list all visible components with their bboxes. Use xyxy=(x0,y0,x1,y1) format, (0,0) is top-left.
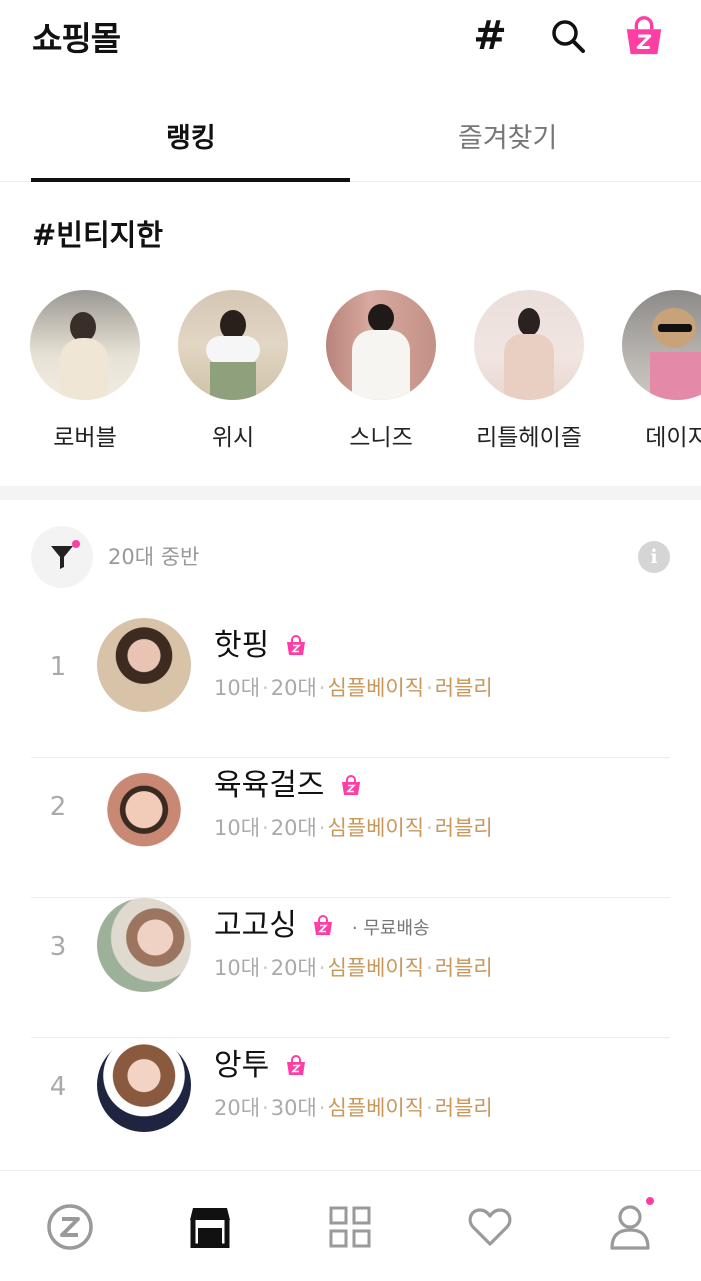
filter-label[interactable]: 20대 중반 xyxy=(108,541,199,571)
free-shipping-label: · 무료배송 xyxy=(351,917,430,939)
store-item[interactable]: 리틀헤이즐 xyxy=(454,290,604,452)
shop-name[interactable]: 핫핑 xyxy=(214,628,269,663)
style-tag: 러블리 xyxy=(434,956,493,980)
ranking-row[interactable]: 3 고고싱 · 무료배송 10대·20대·심플베이직·러블리 xyxy=(0,898,701,1038)
style-tag: 러블리 xyxy=(434,676,493,700)
store-item[interactable]: 로버블 xyxy=(10,290,160,452)
category-grid-icon[interactable] xyxy=(322,1199,378,1255)
style-tag: 심플베이직 xyxy=(327,676,425,700)
age-tag: 20대 xyxy=(270,816,317,840)
zpay-badge-icon xyxy=(312,909,334,944)
shopping-bag-icon[interactable] xyxy=(622,14,666,58)
shop-tags: 10대·20대·심플베이직·러블리 xyxy=(214,956,493,980)
search-icon[interactable] xyxy=(546,14,590,58)
shop-tags: 10대·20대·심플베이직·러블리 xyxy=(214,816,493,840)
age-tag: 10대 xyxy=(214,816,261,840)
store-icon[interactable] xyxy=(182,1199,238,1255)
tab-favorites[interactable]: 즐겨찾기 xyxy=(458,116,557,155)
filter-button[interactable] xyxy=(31,526,93,588)
store-label: 스니즈 xyxy=(349,425,413,451)
shop-name-line: 핫핑 xyxy=(214,620,307,664)
active-tab-indicator xyxy=(31,178,350,182)
ranking-row[interactable]: 2 육육걸즈 10대·20대·심플베이직·러블리 xyxy=(0,758,701,898)
heart-icon[interactable] xyxy=(462,1199,518,1255)
style-tag: 러블리 xyxy=(434,816,493,840)
filter-icon xyxy=(51,546,73,569)
age-tag: 20대 xyxy=(270,676,317,700)
shop-tags: 10대·20대·심플베이직·러블리 xyxy=(214,676,493,700)
bottom-navigation xyxy=(0,1170,701,1281)
zpay-badge-icon xyxy=(285,1049,307,1084)
store-item[interactable]: 데이지 xyxy=(602,290,701,452)
zpay-badge-icon xyxy=(340,769,362,804)
hash-icon[interactable]: # xyxy=(468,13,512,59)
shop-name[interactable]: 육육걸즈 xyxy=(214,768,324,803)
shop-name-line: 앙투 xyxy=(214,1040,307,1084)
age-tag: 10대 xyxy=(214,956,261,980)
shop-avatar[interactable] xyxy=(97,898,191,992)
store-item[interactable]: 스니즈 xyxy=(306,290,456,452)
age-tag: 20대 xyxy=(214,1096,261,1120)
store-item[interactable]: 위시 xyxy=(158,290,308,452)
ranking-row[interactable]: 4 앙투 20대·30대·심플베이직·러블리 xyxy=(0,1038,701,1178)
style-tag: 심플베이직 xyxy=(327,1096,425,1120)
store-label: 리틀헤이즐 xyxy=(476,425,582,451)
info-icon[interactable]: i xyxy=(638,541,670,573)
shop-avatar[interactable] xyxy=(97,758,191,852)
zigzag-home-icon[interactable] xyxy=(42,1199,98,1255)
shop-name[interactable]: 앙투 xyxy=(214,1048,269,1083)
app-header: 쇼핑몰 # xyxy=(0,0,701,80)
page-title: 쇼핑몰 xyxy=(32,19,121,58)
section-divider xyxy=(0,486,701,500)
store-avatar[interactable] xyxy=(30,290,140,400)
hashtag-title: #빈티지한 xyxy=(32,218,164,252)
store-label: 위시 xyxy=(211,425,255,451)
age-tag: 20대 xyxy=(270,956,317,980)
style-tag: 심플베이직 xyxy=(327,956,425,980)
zpay-badge-icon xyxy=(285,629,307,664)
store-avatar[interactable] xyxy=(178,290,288,400)
store-label: 로버블 xyxy=(53,425,117,451)
store-carousel[interactable]: 로버블 위시 스니즈 리틀헤이즐 데이지 xyxy=(0,290,701,460)
filter-notification-dot xyxy=(72,540,80,548)
store-label: 데이지 xyxy=(645,425,701,451)
shop-tags: 20대·30대·심플베이직·러블리 xyxy=(214,1096,493,1120)
profile-notification-dot xyxy=(646,1197,654,1205)
rank-number: 1 xyxy=(49,652,67,682)
style-tag: 러블리 xyxy=(434,1096,493,1120)
store-avatar[interactable] xyxy=(326,290,436,400)
shop-name[interactable]: 고고싱 xyxy=(214,908,297,943)
profile-icon[interactable] xyxy=(602,1197,658,1255)
store-avatar[interactable] xyxy=(622,290,701,400)
rank-number: 4 xyxy=(49,1072,67,1102)
shop-avatar[interactable] xyxy=(97,1038,191,1132)
age-tag: 10대 xyxy=(214,676,261,700)
shop-name-line: 고고싱 · 무료배송 xyxy=(214,900,430,944)
store-avatar[interactable] xyxy=(474,290,584,400)
rank-number: 3 xyxy=(49,932,67,962)
age-tag: 30대 xyxy=(270,1096,317,1120)
shop-name-line: 육육걸즈 xyxy=(214,760,362,804)
tab-bar: 랭킹 즐겨찾기 xyxy=(0,98,701,182)
ranking-row[interactable]: 1 핫핑 10대·20대·심플베이직·러블리 xyxy=(0,618,701,758)
rank-number: 2 xyxy=(49,792,67,822)
style-tag: 심플베이직 xyxy=(327,816,425,840)
shop-avatar[interactable] xyxy=(97,618,191,712)
tab-ranking[interactable]: 랭킹 xyxy=(166,116,216,155)
